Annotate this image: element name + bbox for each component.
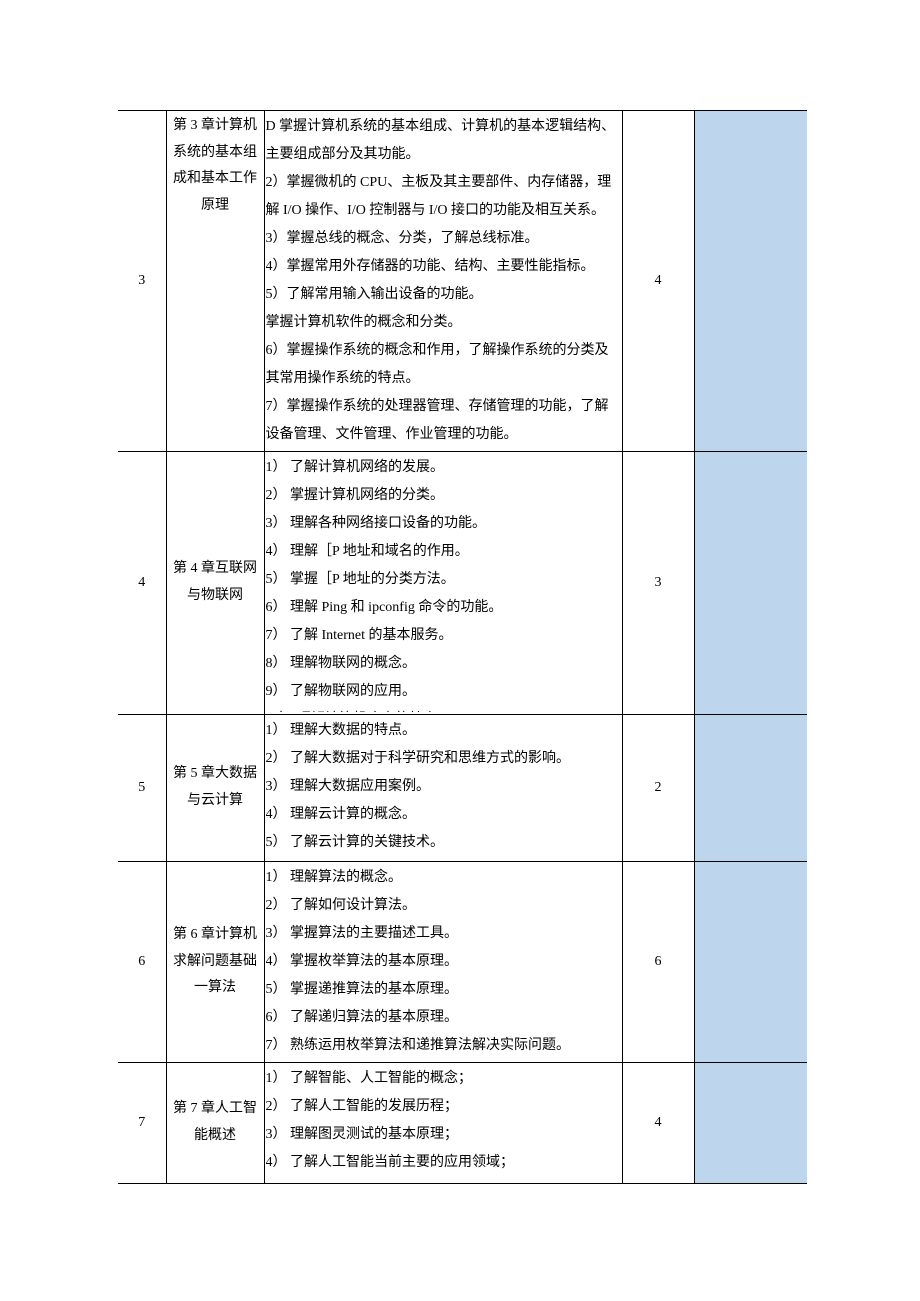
hours: 2 [622, 715, 694, 862]
empty-cell [694, 452, 807, 715]
empty-cell [694, 111, 807, 452]
table-row: 6 第 6 章计算机求解问题基础一算法 1） 理解算法的概念。 2） 了解如何设… [118, 862, 807, 1063]
empty-cell [694, 862, 807, 1063]
hours: 6 [622, 862, 694, 1063]
chapter-title: 第 6 章计算机求解问题基础一算法 [166, 862, 264, 1063]
content-cell: 1） 了解智能、人工智能的概念； 2） 了解人工智能的发展历程； 3） 理解图灵… [264, 1063, 622, 1184]
table-row: 7 第 7 章人工智能概述 1） 了解智能、人工智能的概念； 2） 了解人工智能… [118, 1063, 807, 1184]
hours: 3 [622, 452, 694, 715]
empty-cell [694, 1063, 807, 1184]
hours: 4 [622, 1063, 694, 1184]
chapter-title: 第 4 章互联网与物联网 [166, 452, 264, 715]
syllabus-table: 3 第 3 章计算机系统的基本组成和基本工作原理 D 掌握计算机系统的基本组成、… [118, 110, 807, 1184]
content-cell: 1） 了解计算机网络的发展。 2） 掌握计算机网络的分类。 3） 理解各种网络接… [264, 452, 622, 715]
table-row: 4 第 4 章互联网与物联网 1） 了解计算机网络的发展。 2） 掌握计算机网络… [118, 452, 807, 715]
table-row: 3 第 3 章计算机系统的基本组成和基本工作原理 D 掌握计算机系统的基本组成、… [118, 111, 807, 452]
row-number: 3 [118, 111, 166, 452]
chapter-title: 第 7 章人工智能概述 [166, 1063, 264, 1184]
content-cell: 1） 理解算法的概念。 2） 了解如何设计算法。 3） 掌握算法的主要描述工具。… [264, 862, 622, 1063]
row-number: 7 [118, 1063, 166, 1184]
document-page: 3 第 3 章计算机系统的基本组成和基本工作原理 D 掌握计算机系统的基本组成、… [0, 0, 920, 1284]
content-cell: D 掌握计算机系统的基本组成、计算机的基本逻辑结构、主要组成部分及其功能。 2）… [264, 111, 622, 452]
row-number: 6 [118, 862, 166, 1063]
hours: 4 [622, 111, 694, 452]
chapter-title: 第 5 章大数据与云计算 [166, 715, 264, 862]
row-number: 5 [118, 715, 166, 862]
empty-cell [694, 715, 807, 862]
table-row: 5 第 5 章大数据与云计算 1） 理解大数据的特点。 2） 了解大数据对于科学… [118, 715, 807, 862]
chapter-title: 第 3 章计算机系统的基本组成和基本工作原理 [166, 111, 264, 452]
content-cell: 1） 理解大数据的特点。 2） 了解大数据对于科学研究和思维方式的影响。 3） … [264, 715, 622, 862]
row-number: 4 [118, 452, 166, 715]
